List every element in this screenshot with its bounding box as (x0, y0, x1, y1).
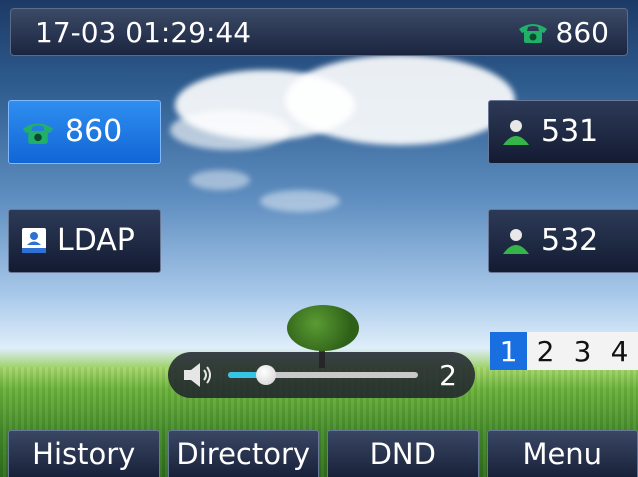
volume-level: 2 (439, 358, 457, 392)
volume-overlay: 2 (168, 352, 475, 398)
wallpaper-tree (287, 305, 359, 351)
phone-icon (516, 19, 550, 45)
contact-person-icon (499, 117, 533, 147)
wallpaper-cloud (190, 170, 250, 190)
line-key-label: 531 (541, 114, 599, 149)
line-key-label: 860 (65, 114, 123, 149)
phone-icon (19, 118, 57, 146)
line-key-531[interactable]: 531 (488, 100, 638, 164)
dnd-softkey[interactable]: DND (327, 430, 479, 477)
wallpaper-cloud (170, 110, 290, 150)
line-key-ldap[interactable]: LDAP (8, 209, 161, 273)
directory-book-icon (19, 226, 49, 256)
menu-softkey[interactable]: Menu (486, 430, 638, 477)
account-status: 860 (516, 16, 609, 49)
page-3[interactable]: 3 (564, 332, 601, 370)
account-number: 860 (555, 15, 609, 49)
line-key-532[interactable]: 532 (488, 209, 638, 273)
history-softkey[interactable]: History (8, 430, 160, 477)
page-4[interactable]: 4 (601, 332, 638, 370)
line-key-860[interactable]: 860 (8, 100, 161, 164)
volume-slider[interactable] (228, 365, 418, 385)
wallpaper-cloud (285, 55, 515, 145)
volume-thumb[interactable] (256, 365, 276, 385)
line-key-label: LDAP (57, 223, 135, 258)
wallpaper-cloud (260, 190, 340, 212)
page-indicator: 1 2 3 4 (490, 332, 638, 370)
contact-person-icon (499, 226, 533, 256)
directory-softkey[interactable]: Directory (167, 430, 319, 477)
page-2[interactable]: 2 (527, 332, 564, 370)
line-key-label: 532 (541, 223, 599, 258)
speaker-icon (182, 361, 218, 389)
softkey-bar: History Directory DND Menu (8, 430, 638, 477)
page-1[interactable]: 1 (490, 332, 527, 370)
phone-idle-screen: 17-03 01:29:44 860 860 LDAP 531 532 1 2 … (0, 0, 638, 477)
datetime: 17-03 01:29:44 (35, 15, 252, 49)
status-bar: 17-03 01:29:44 860 (10, 8, 628, 56)
